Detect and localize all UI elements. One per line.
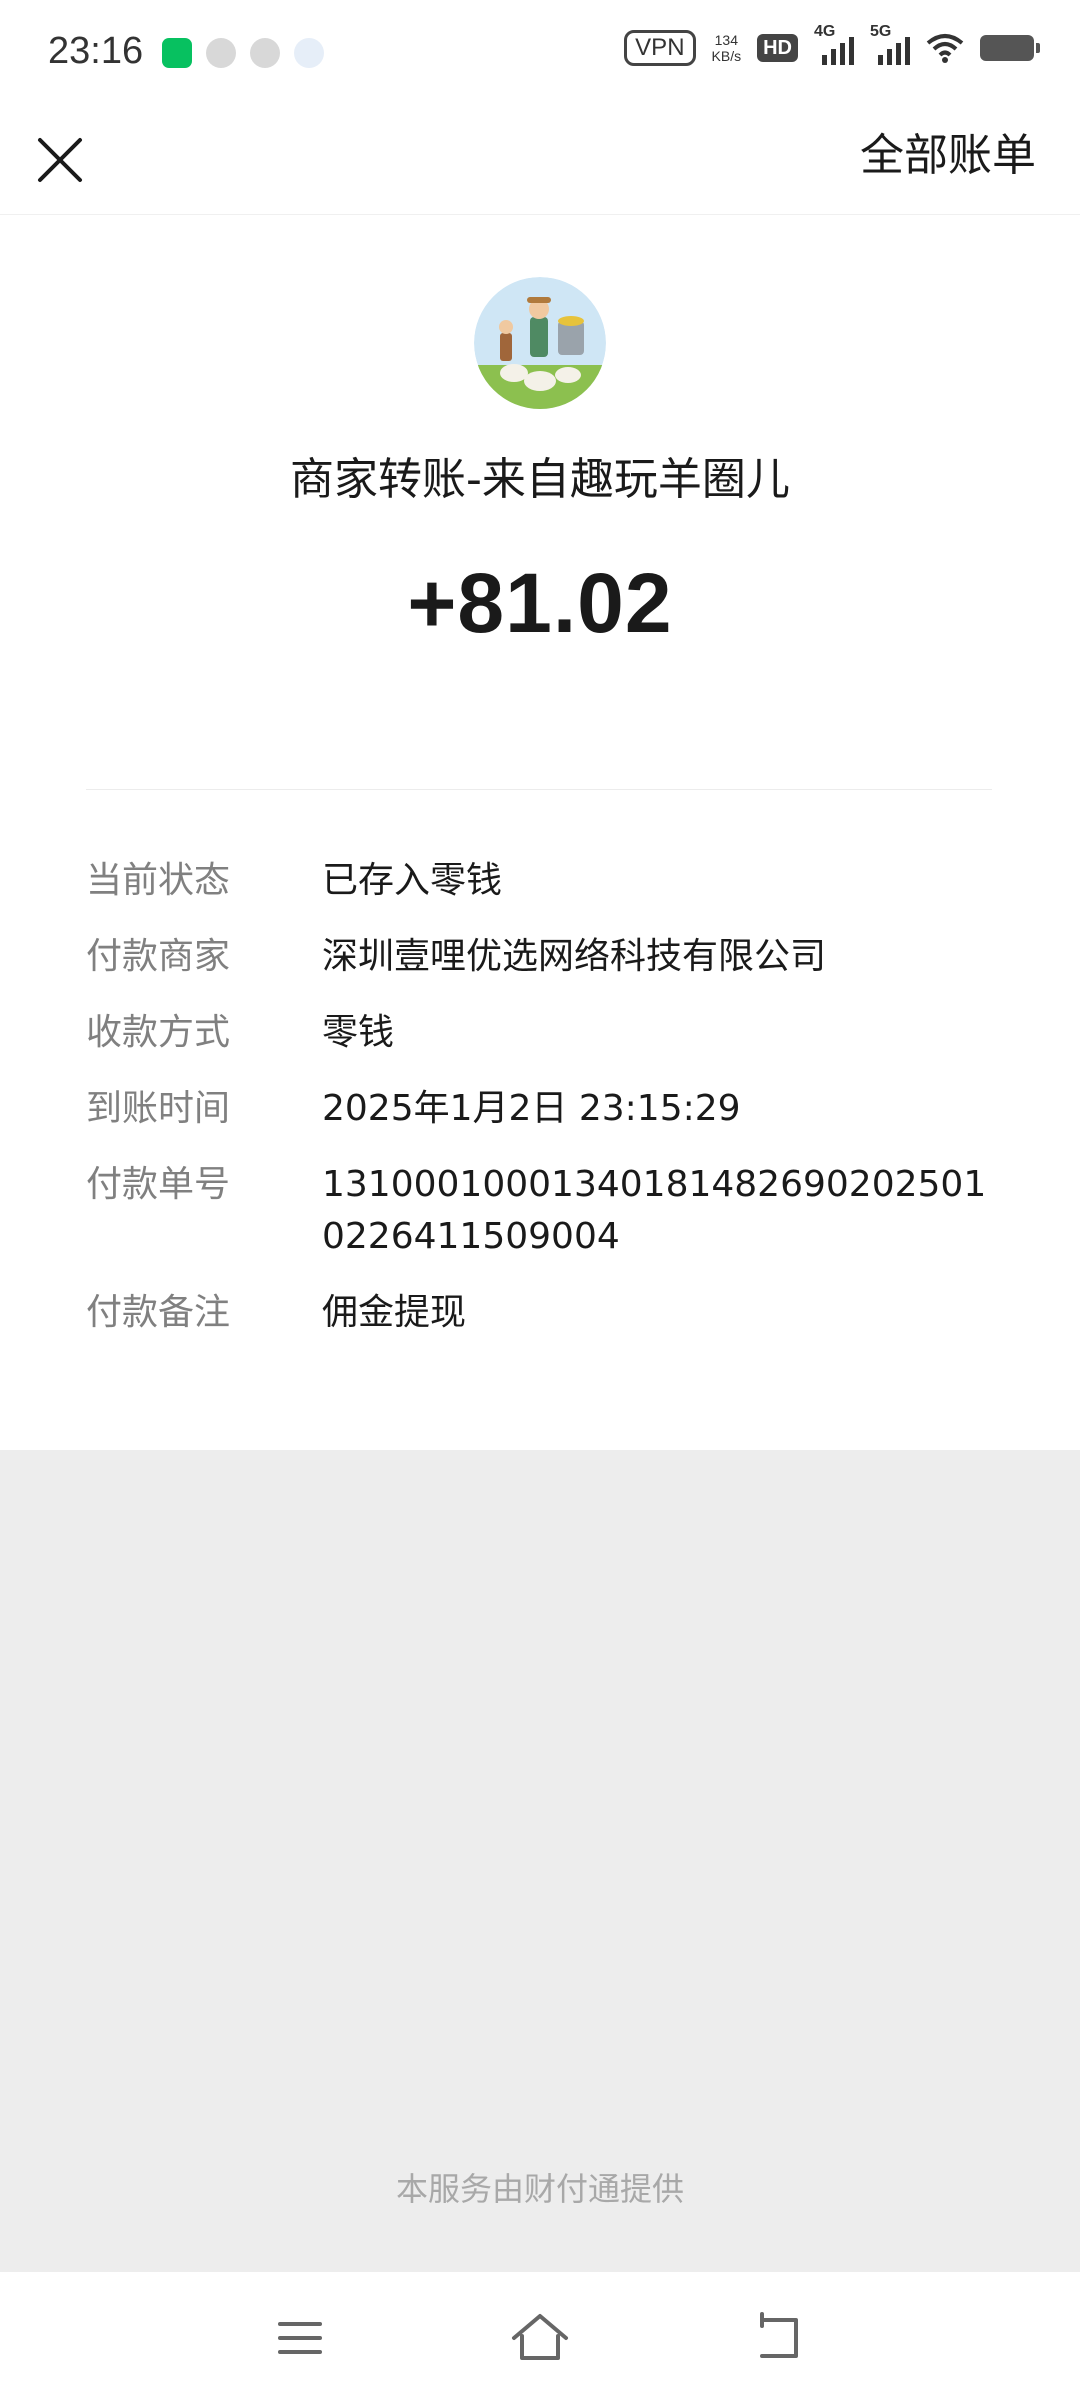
- detail-row-order-number: 付款单号 13100010001340181482690202501022641…: [86, 1159, 992, 1263]
- top-nav-bar: 全部账单: [0, 108, 1080, 215]
- signal-5g-icon: 5G: [870, 23, 910, 65]
- detail-value: 1310001000134018148269020250102264115090…: [322, 1164, 987, 1257]
- detail-list: 当前状态 已存入零钱 付款商家 深圳壹哩优选网络科技有限公司 收款方式 零钱 到…: [86, 855, 992, 1363]
- detail-label: 付款商家: [86, 936, 231, 977]
- detail-row-method: 收款方式 零钱: [86, 1007, 992, 1059]
- divider: [86, 789, 992, 790]
- net-speed-value: 134: [714, 32, 738, 48]
- detail-value: 深圳壹哩优选网络科技有限公司: [322, 936, 827, 977]
- transaction-amount: +81.02: [407, 556, 673, 650]
- detail-label: 收款方式: [86, 1012, 231, 1053]
- status-bar: 23:16 VPN 134 KB/s HD 4G 5G: [0, 0, 1080, 108]
- merchant-title: 商家转账-来自趣玩羊圈儿: [290, 454, 790, 505]
- wechat-icon: [206, 38, 236, 68]
- menu-icon[interactable]: [268, 2306, 332, 2370]
- detail-row-status: 当前状态 已存入零钱: [86, 855, 992, 907]
- wechat-app-icon: [162, 38, 192, 68]
- detail-row-time: 到账时间 2025年1月2日 23:15:29: [86, 1083, 992, 1135]
- merchant-avatar: [474, 277, 606, 409]
- detail-value: 佣金提现: [322, 1292, 467, 1333]
- detail-row-merchant: 付款商家 深圳壹哩优选网络科技有限公司: [86, 931, 992, 983]
- provider-note: 本服务由财付通提供: [395, 2170, 684, 2208]
- detail-label: 到账时间: [86, 1088, 231, 1129]
- detail-label: 付款备注: [86, 1292, 231, 1333]
- signal-5g-label: 5G: [870, 23, 892, 40]
- detail-value: 2025年1月2日 23:15:29: [322, 1088, 741, 1129]
- bill-detail-page: 23:16 VPN 134 KB/s HD 4G 5G 全部账单 商家转账-来自…: [0, 0, 1080, 2400]
- notification-icons: [162, 38, 324, 68]
- net-speed: 134 KB/s: [712, 32, 742, 64]
- net-speed-unit: KB/s: [711, 48, 742, 64]
- hd-badge: HD: [757, 34, 798, 62]
- wifi-icon: [926, 34, 964, 63]
- close-icon[interactable]: [28, 128, 92, 192]
- detail-label: 付款单号: [86, 1164, 231, 1205]
- detail-label: 当前状态: [86, 860, 231, 901]
- detail-value: 已存入零钱: [322, 860, 503, 901]
- vpn-badge: VPN: [624, 30, 696, 66]
- status-time: 23:16: [48, 30, 144, 72]
- wechat-icon: [250, 38, 280, 68]
- back-icon[interactable]: [748, 2306, 812, 2370]
- transaction-card: 商家转账-来自趣玩羊圈儿 +81.02 当前状态 已存入零钱 付款商家 深圳壹哩…: [0, 215, 1080, 1450]
- signal-4g-label: 4G: [814, 23, 836, 40]
- paw-icon: [294, 38, 324, 68]
- battery-icon: [980, 35, 1040, 61]
- all-bills-link[interactable]: 全部账单: [860, 124, 1036, 188]
- signal-4g-icon: 4G: [814, 23, 854, 65]
- detail-row-remark: 付款备注 佣金提现: [86, 1287, 992, 1339]
- status-indicators: VPN 134 KB/s HD 4G 5G: [624, 23, 1040, 66]
- detail-value: 零钱: [322, 1012, 395, 1053]
- home-icon[interactable]: [508, 2306, 572, 2370]
- system-nav-bar: [0, 2272, 1080, 2400]
